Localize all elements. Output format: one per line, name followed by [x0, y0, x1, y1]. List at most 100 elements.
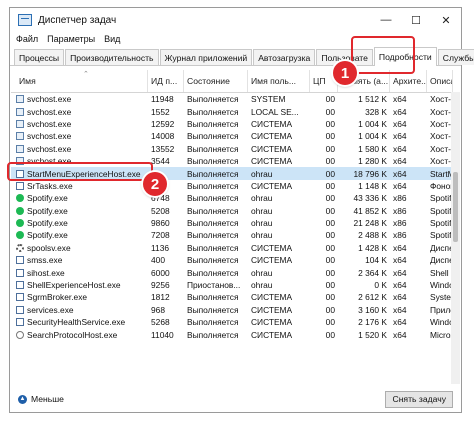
- row-pid: 13552: [151, 143, 175, 154]
- column-name[interactable]: Имя: [11, 70, 148, 92]
- row-cpu: 00: [325, 205, 335, 216]
- row-name: spoolsv.exe: [27, 242, 71, 253]
- row-pid: 968: [151, 304, 165, 315]
- row-arch: x86: [393, 218, 407, 229]
- column-user[interactable]: Имя поль...: [248, 70, 310, 92]
- end-task-button[interactable]: Снять задачу: [385, 390, 453, 408]
- row-pid: 6000: [151, 267, 170, 278]
- row-name-cell: svchost.exe: [11, 94, 148, 104]
- row-cpu: 00: [325, 168, 335, 179]
- column-description[interactable]: Описа: [427, 70, 453, 92]
- table-row[interactable]: Spotify.exe 7208 Выполняется ohrau 00 2 488 K…: [11, 229, 453, 241]
- table-row[interactable]: SecurityHealthService.exe 5268 Выполняется…: [11, 316, 453, 328]
- table-row[interactable]: svchost.exe 1552 Выполняется LOCAL SE... 00 3…: [11, 105, 453, 117]
- row-memory: 1 512 K: [358, 94, 387, 105]
- callout-process-highlight: [7, 162, 153, 181]
- tab-processes[interactable]: Процессы: [14, 49, 65, 65]
- row-user: СИСТЕМА: [251, 118, 293, 129]
- row-cpu: 00: [325, 156, 335, 167]
- row-cpu: 00: [325, 292, 335, 303]
- row-name: SgrmBroker.exe: [27, 292, 88, 303]
- service-icon: [16, 95, 24, 104]
- row-arch: x64: [393, 106, 407, 117]
- exe-icon: [16, 281, 24, 290]
- row-arch: x64: [393, 118, 407, 129]
- vertical-scroll-thumb[interactable]: [453, 172, 458, 242]
- row-cpu: 00: [325, 329, 335, 340]
- tab-performance[interactable]: Производительность: [65, 49, 159, 65]
- table-row[interactable]: svchost.exe 14008 Выполняется СИСТЕМА 00 1 00…: [11, 130, 453, 142]
- row-pid: 400: [151, 255, 165, 266]
- row-pid: 1136: [151, 242, 170, 253]
- row-arch: x64: [393, 156, 407, 167]
- footer-bar: ▲ Меньше Снять задачу: [10, 385, 461, 413]
- menu-view[interactable]: Вид: [104, 34, 120, 44]
- exe-icon: [16, 293, 24, 302]
- row-memory: 2 176 K: [358, 317, 387, 328]
- row-name: Spotify.exe: [27, 193, 68, 204]
- tab-startup[interactable]: Автозагрузка: [253, 49, 316, 65]
- row-memory: 2 364 K: [358, 267, 387, 278]
- row-name: Spotify.exe: [27, 205, 68, 216]
- window-title: Диспетчер задач: [38, 14, 117, 26]
- row-cpu: 00: [325, 218, 335, 229]
- tab-app-history[interactable]: Журнал приложений: [159, 49, 253, 65]
- row-pid: 3544: [151, 156, 170, 167]
- row-arch: x64: [393, 94, 407, 105]
- row-description: Micros: [430, 329, 453, 340]
- row-cpu: 00: [325, 242, 335, 253]
- column-pid[interactable]: ИД п...: [148, 70, 184, 92]
- row-name-cell: Spotify.exe: [11, 193, 148, 203]
- table-row[interactable]: smss.exe 400 Выполняется СИСТЕМА 00 104 K x64 Д…: [11, 254, 453, 266]
- table-row[interactable]: svchost.exe 12592 Выполняется СИСТЕМА 00 1 00…: [11, 118, 453, 130]
- table-row[interactable]: SrTasks.exe Выполняется СИСТЕМА 00 1 148 K x6…: [11, 180, 453, 192]
- row-name-cell: smss.exe: [11, 255, 148, 265]
- row-user: SYSTEM: [251, 94, 286, 105]
- row-status: Выполняется: [187, 168, 239, 179]
- row-cpu: 00: [325, 180, 335, 191]
- row-user: LOCAL SE...: [251, 106, 299, 117]
- row-cpu: 00: [325, 280, 335, 291]
- maximize-button[interactable]: ☐: [401, 8, 431, 32]
- row-cpu: 00: [325, 143, 335, 154]
- table-row[interactable]: services.exe 968 Выполняется СИСТЕМА 00 3 160…: [11, 304, 453, 316]
- table-row[interactable]: SearchProtocolHost.exe 11040 Выполняется СИ…: [11, 328, 453, 340]
- table-row[interactable]: Spotify.exe 9860 Выполняется ohrau 00 21 248 …: [11, 217, 453, 229]
- spotify-icon: [16, 231, 24, 240]
- row-status: Выполняется: [187, 118, 239, 129]
- menu-options[interactable]: Параметры: [47, 34, 95, 44]
- row-user: ohrau: [251, 193, 273, 204]
- tab-services[interactable]: Службы: [437, 49, 474, 65]
- row-status: Выполняется: [187, 156, 239, 167]
- table-row[interactable]: svchost.exe 13552 Выполняется СИСТЕМА 00 1 58…: [11, 143, 453, 155]
- row-arch: x64: [393, 292, 407, 303]
- row-cpu: 00: [325, 193, 335, 204]
- table-row[interactable]: spoolsv.exe 1136 Выполняется СИСТЕМА 00 1 428…: [11, 242, 453, 254]
- row-description: Прилс: [430, 304, 453, 315]
- close-button[interactable]: ✕: [431, 8, 461, 32]
- row-name: svchost.exe: [27, 118, 72, 129]
- table-row[interactable]: sihost.exe 6000 Выполняется ohrau 00 2 364 K x…: [11, 266, 453, 278]
- table-row[interactable]: ShellExperienceHost.exe 9256 Приостанов...…: [11, 279, 453, 291]
- fewer-details-button[interactable]: ▲ Меньше: [18, 394, 64, 404]
- minimize-button[interactable]: —: [371, 8, 401, 32]
- table-row[interactable]: Spotify.exe 5208 Выполняется ohrau 00 41 852 …: [11, 205, 453, 217]
- row-name-cell: Spotify.exe: [11, 206, 148, 216]
- table-row[interactable]: SgrmBroker.exe 1812 Выполняется СИСТЕМА 00 2 …: [11, 291, 453, 303]
- row-arch: x64: [393, 317, 407, 328]
- row-description: Хост-п: [430, 118, 453, 129]
- row-user: СИСТЕМА: [251, 242, 293, 253]
- vertical-scrollbar[interactable]: [451, 92, 460, 384]
- column-status[interactable]: Состояние: [184, 70, 248, 92]
- menu-file[interactable]: Файл: [16, 34, 38, 44]
- row-name-cell: svchost.exe: [11, 119, 148, 129]
- row-name-cell: svchost.exe: [11, 107, 148, 117]
- row-name: SrTasks.exe: [27, 180, 73, 191]
- table-row[interactable]: Spotify.exe 6748 Выполняется ohrau 00 43 336 …: [11, 192, 453, 204]
- row-user: ohrau: [251, 205, 273, 216]
- row-name-cell: SecurityHealthService.exe: [11, 317, 148, 327]
- row-name: Spotify.exe: [27, 230, 68, 241]
- row-memory: 21 248 K: [353, 218, 387, 229]
- row-memory: 1 520 K: [358, 329, 387, 340]
- table-row[interactable]: svchost.exe 11948 Выполняется SYSTEM 00 1 512…: [11, 93, 453, 105]
